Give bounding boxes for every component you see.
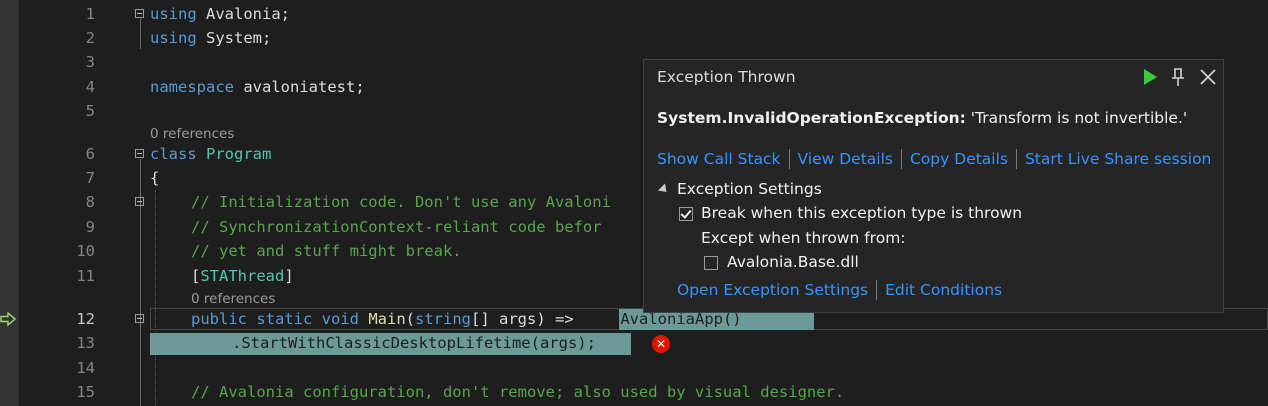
code-line-11[interactable]: [STAThread] (191, 264, 294, 288)
keyword: using (150, 5, 197, 23)
outline-line (140, 19, 141, 49)
code-text: [] args) => (471, 310, 583, 328)
collapse-comment-icon[interactable] (135, 197, 144, 206)
line-number: 1 (85, 5, 95, 23)
code-text: [ (191, 267, 201, 285)
line-number: 15 (76, 383, 95, 401)
line-number: 2 (85, 29, 95, 47)
open-exception-settings-link[interactable]: Open Exception Settings (677, 281, 868, 299)
copy-details-link[interactable]: Copy Details (910, 150, 1008, 168)
code-text: System; (196, 29, 272, 47)
view-details-link[interactable]: View Details (798, 150, 893, 168)
code-line-15[interactable]: // Avalonia configuration, don't remove;… (191, 380, 844, 404)
link-separator (1015, 149, 1017, 169)
keyword: static (247, 310, 313, 328)
code-line-1[interactable]: using Avalonia; (150, 2, 290, 26)
module-checkbox[interactable] (704, 256, 718, 270)
code-text: Avalonia; (196, 5, 290, 23)
codelens-references[interactable]: 0 references (150, 125, 234, 143)
collapse-using-icon[interactable] (135, 9, 144, 18)
collapse-class-icon[interactable] (135, 149, 144, 158)
editor-margin (0, 0, 18, 406)
code-text: ] (284, 267, 294, 285)
line-number: 3 (85, 53, 95, 71)
line-number: 5 (85, 102, 95, 120)
popup-title: Exception Thrown (657, 68, 796, 86)
code-line-7[interactable]: { (150, 166, 159, 190)
exception-helper-popup: Exception Thrown System.InvalidOperation… (643, 59, 1224, 313)
link-separator (876, 280, 878, 300)
line-number-current: 12 (76, 310, 95, 328)
codelens-references[interactable]: 0 references (191, 290, 275, 308)
line-number: 10 (76, 242, 95, 260)
line-number: 13 (76, 334, 95, 352)
margin-divider (18, 0, 19, 406)
exception-type: System.InvalidOperationException: (657, 109, 966, 127)
code-line-2[interactable]: using System; (150, 26, 271, 50)
code-line-6[interactable]: class Program (150, 142, 271, 166)
keyword: public (191, 310, 247, 328)
link-separator (900, 149, 902, 169)
keyword: void (312, 310, 359, 328)
keyword: string (415, 310, 472, 328)
line-number: 11 (76, 267, 95, 285)
method-name: Main (359, 310, 406, 328)
except-when-label: Except when thrown from: (701, 229, 906, 247)
module-label: Avalonia.Base.dll (727, 253, 859, 271)
line-number: 14 (76, 359, 95, 377)
show-call-stack-link[interactable]: Show Call Stack (657, 150, 781, 168)
exception-actions: Show Call Stack View Details Copy Detail… (657, 149, 1211, 169)
break-on-throw-checkbox[interactable] (679, 207, 693, 221)
code-line-4[interactable]: namespace avaloniatest; (150, 75, 365, 99)
link-separator (788, 149, 790, 169)
current-statement-arrow-icon (0, 311, 16, 327)
keyword: using (150, 29, 197, 47)
highlighted-code: Buil (583, 310, 621, 328)
error-icon[interactable]: ✕ (652, 335, 670, 353)
exception-text: 'Transform is not invertible.' (965, 109, 1188, 127)
collapse-triangle-icon (657, 182, 671, 196)
indent-guide (155, 190, 156, 406)
type-name: Program (196, 145, 272, 163)
collapse-method-icon[interactable] (135, 314, 144, 323)
keyword: class (150, 145, 197, 163)
edit-conditions-link[interactable]: Edit Conditions (885, 281, 1002, 299)
line-number: 9 (85, 218, 95, 236)
line-number: 8 (85, 193, 95, 211)
live-share-link[interactable]: Start Live Share session (1025, 150, 1211, 168)
break-on-throw-label: Break when this exception type is thrown (701, 204, 1023, 222)
code-line-8[interactable]: // Initialization code. Don't use any Av… (191, 190, 611, 214)
pin-icon[interactable] (1169, 66, 1187, 88)
line-number: 6 (85, 145, 95, 163)
line-number: 4 (85, 78, 95, 96)
close-icon[interactable] (1197, 66, 1219, 88)
code-line-13[interactable]: .StartWithClassicDesktopLifetime(args); (232, 331, 596, 355)
play-icon[interactable] (1140, 66, 1160, 88)
line-number: 7 (85, 169, 95, 187)
code-line-9[interactable]: // SynchronizationContext-reliant code b… (191, 215, 602, 239)
keyword: namespace (150, 78, 234, 96)
code-line-10[interactable]: // yet and stuff might break. (191, 239, 462, 263)
attribute-name: STAThread (200, 267, 285, 285)
code-text: ( (405, 310, 416, 328)
code-text: avaloniatest; (234, 78, 365, 96)
exception-bottom-actions: Open Exception Settings Edit Conditions (677, 280, 1002, 300)
exception-settings-toggle[interactable]: Exception Settings (657, 180, 822, 198)
exception-message: System.InvalidOperationException: 'Trans… (657, 109, 1187, 127)
exception-settings-label: Exception Settings (677, 180, 822, 198)
